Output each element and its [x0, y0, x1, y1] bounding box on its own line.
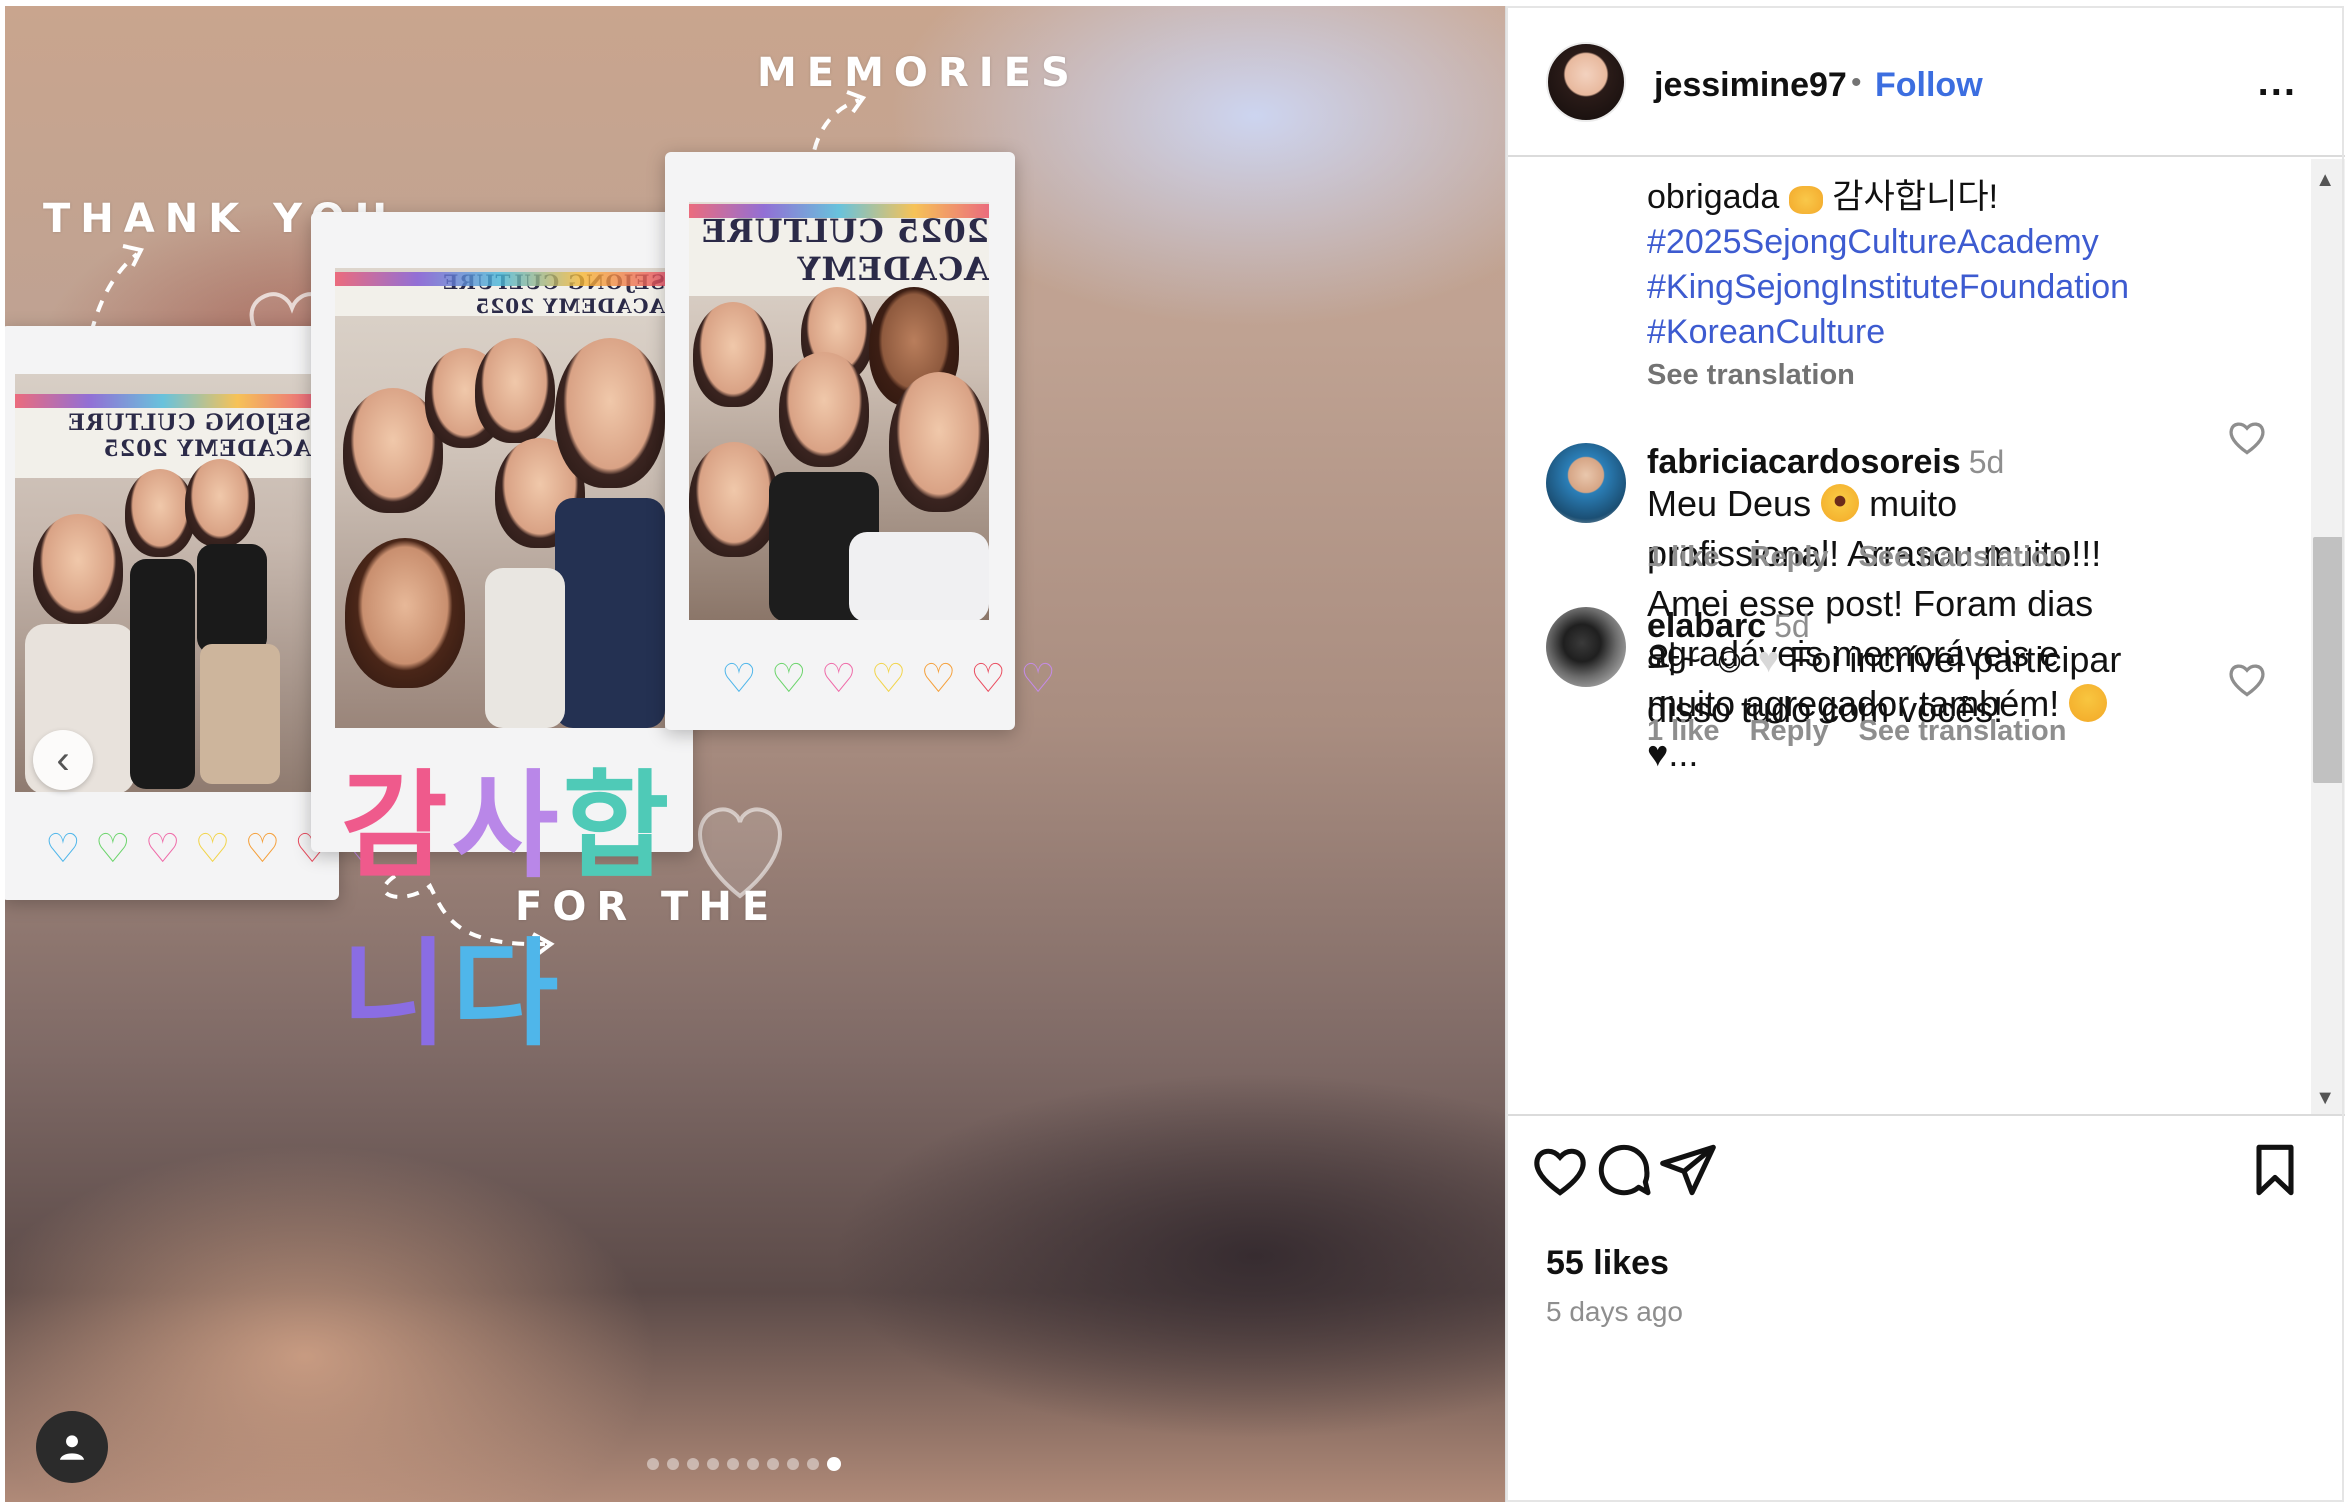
carousel-dot — [747, 1458, 759, 1470]
bookmark-icon[interactable] — [2243, 1138, 2307, 1202]
send-icon[interactable] — [1656, 1138, 1720, 1202]
person — [475, 338, 555, 443]
post-actions: 55 likes 5 days ago — [1506, 1116, 2345, 1502]
person — [889, 372, 989, 512]
follow-button[interactable]: Follow — [1875, 66, 1983, 105]
astonished-emoji-icon — [1821, 484, 1860, 522]
scroll-down-arrow-icon[interactable]: ▼ — [2315, 1087, 2335, 1110]
polaroid-left: SEJONG CULTURE ACADEMY 2025 ♡♡♡♡♡♡♡ — [5, 326, 380, 900]
post-media[interactable]: THANK YOU MEMORIES FOR THE SEJONG CULTUR… — [5, 6, 1505, 1502]
carousel-dot — [667, 1458, 679, 1470]
photo-right: 2025 CULTURE ACADEMY — [689, 202, 989, 620]
carousel-dot — [807, 1458, 819, 1470]
comment-time: 5d — [1968, 444, 2005, 480]
comment-username[interactable]: fabriciacardosoreis — [1647, 443, 1961, 481]
photo-center: SEJONG CULTURE ACADEMY 2025 — [335, 268, 665, 728]
see-translation-button[interactable]: See translation — [1859, 715, 2067, 748]
scrollbar-thumb[interactable] — [2313, 537, 2343, 783]
white-heart-emoji-icon: ♥ — [1757, 639, 1780, 680]
more-options-button[interactable]: ... — [2258, 60, 2297, 105]
clothing — [130, 559, 195, 789]
carousel-indicator — [647, 1457, 841, 1471]
post-details-panel: jessimine97 • Follow ... obrigada 감사합니다!… — [1505, 6, 2345, 1502]
handshake-emoji-icon — [1788, 186, 1823, 214]
author-avatar[interactable] — [1546, 42, 1626, 122]
carousel-dot — [687, 1458, 699, 1470]
separator-dot: • — [1851, 66, 1862, 99]
comment-likes-count[interactable]: 1 like — [1647, 715, 1720, 748]
clothing — [485, 568, 565, 728]
comment-actions: 1 like Reply See translation — [1647, 541, 2066, 574]
hashtag-link[interactable]: #2025SejongCultureAcademy — [1647, 220, 2099, 265]
post-header: jessimine97 • Follow ... — [1506, 6, 2345, 157]
comment-like-heart-icon[interactable] — [2225, 657, 2269, 701]
caption-line: obrigada 감사합니다! — [1647, 175, 1998, 220]
comment-like-heart-icon[interactable] — [2225, 415, 2269, 459]
reply-button[interactable]: Reply — [1750, 715, 1829, 748]
comments-scroll-area[interactable]: obrigada 감사합니다! #2025SejongCultureAcadem… — [1506, 159, 2345, 1116]
banner-text: SEJONG CULTURE ACADEMY 2025 — [15, 394, 311, 478]
hashtag-link[interactable]: #KoreanCulture — [1647, 310, 1885, 355]
carousel-dot-active — [827, 1457, 841, 1471]
banner-text: SEJONG CULTURE ACADEMY 2025 — [335, 270, 665, 318]
person — [555, 338, 665, 488]
comment-actions: 1 like Reply See translation — [1647, 715, 2066, 748]
hashtag-link[interactable]: #KingSejongInstituteFoundation — [1647, 265, 2129, 310]
carousel-dot — [707, 1458, 719, 1470]
caption-see-translation[interactable]: See translation — [1647, 353, 1855, 398]
clothing — [197, 544, 267, 654]
clothing — [849, 532, 989, 620]
clothing — [555, 498, 665, 728]
thank-you-korean-text: 감사합니다 — [341, 759, 674, 1062]
person — [345, 538, 465, 688]
carousel-dot — [727, 1458, 739, 1470]
comment-likes-count[interactable]: 1 like — [1647, 541, 1720, 574]
caption-text: obrigada — [1647, 178, 1780, 216]
likes-count[interactable]: 55 likes — [1546, 1244, 1669, 1283]
hearts-row: ♡♡♡♡♡♡♡ — [721, 657, 1057, 701]
carousel-dot — [647, 1458, 659, 1470]
comment-icon[interactable] — [1592, 1138, 1656, 1202]
author-username[interactable]: jessimine97 — [1654, 66, 1847, 105]
carousel-dot — [787, 1458, 799, 1470]
commenter-avatar[interactable] — [1546, 443, 1626, 523]
polaroid-right: 2025 CULTURE ACADEMY ♡ ♡ ♡ ♡ ♡ ♡ ♡ — [665, 152, 1056, 730]
previous-slide-button[interactable]: ‹ — [33, 730, 93, 790]
person-icon — [59, 1435, 85, 1460]
carousel-dot — [767, 1458, 779, 1470]
scroll-up-arrow-icon[interactable]: ▲ — [2315, 169, 2335, 192]
see-translation-button[interactable]: See translation — [1859, 541, 2067, 574]
chevron-left-icon: ‹ — [56, 737, 70, 782]
commenter-avatar[interactable] — [1546, 607, 1626, 687]
tagged-users-button[interactable] — [36, 1411, 108, 1483]
person — [33, 514, 123, 624]
scrollbar[interactable]: ▲ ▼ — [2311, 159, 2345, 1114]
polaroid-center: SEJONG CULTURE ACADEMY 2025 감사합니다 — [311, 212, 693, 1062]
person — [689, 442, 779, 557]
heart-outline-decoration — [698, 807, 782, 899]
comment-header: fabriciacardosoreis 5d — [1647, 443, 2004, 482]
clothing — [200, 644, 280, 784]
person — [779, 352, 869, 467]
banner-text: 2025 CULTURE ACADEMY — [689, 204, 989, 296]
reply-button[interactable]: Reply — [1750, 541, 1829, 574]
heart-icon[interactable] — [1528, 1138, 1592, 1202]
post-timestamp: 5 days ago — [1546, 1296, 1683, 1327]
person — [185, 459, 255, 547]
caption-korean-text: 감사합니다! — [1832, 178, 1999, 216]
person — [693, 302, 773, 407]
